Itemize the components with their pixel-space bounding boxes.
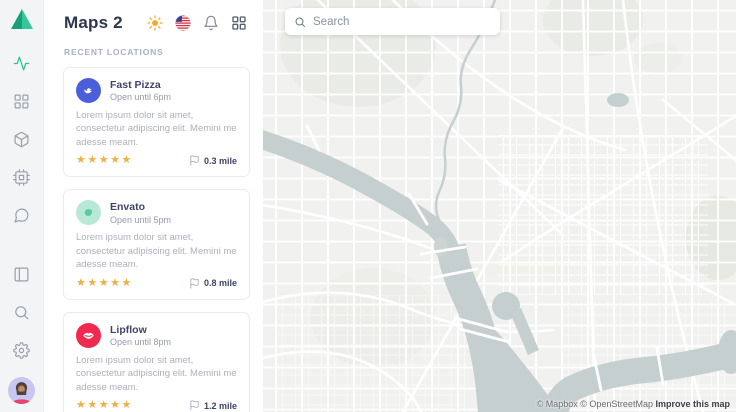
apps-menu-button[interactable]: [230, 15, 247, 32]
apps-grid-icon: [231, 15, 247, 31]
card-footer: ★★★★★ 0.3 mile: [76, 155, 237, 166]
card-header: Lipflow Open until 8pm: [76, 323, 237, 348]
location-hours: Open until 5pm: [110, 215, 171, 225]
flag-icon: [189, 155, 200, 166]
panel-header: Maps 2: [44, 0, 263, 39]
distance-badge: 0.8 mile: [189, 278, 237, 289]
package-box-icon: [13, 131, 30, 148]
card-title-block: Lipflow Open until 8pm: [110, 324, 171, 347]
map-container: © Mapbox © OpenStreetMap Improve this ma…: [263, 0, 736, 412]
theme-toggle-button[interactable]: [146, 15, 163, 32]
app-window: Maps 2: [0, 0, 736, 412]
card-header: Fast Pizza Open until 6pm: [76, 78, 237, 103]
flag-icon: [189, 400, 200, 411]
card-title-block: Envato Open until 5pm: [110, 201, 171, 224]
leaf-icon: [76, 200, 101, 225]
sidebar-item-packages[interactable]: [13, 130, 31, 148]
recent-locations-label: RECENT LOCATIONS: [44, 47, 263, 57]
dashboard-grid-icon: [13, 93, 30, 110]
search-icon: [13, 304, 30, 321]
location-description: Lorem ipsum dolor sit amet, consectetur …: [76, 109, 237, 149]
map-search-input[interactable]: [313, 16, 491, 28]
star-rating: ★★★★★: [76, 400, 189, 411]
distance-badge: 1.2 mile: [189, 400, 237, 411]
location-card-lipflow[interactable]: Lipflow Open until 8pm Lorem ipsum dolor…: [63, 312, 250, 412]
sidebar-item-settings[interactable]: [13, 341, 31, 359]
location-hours: Open until 8pm: [110, 337, 171, 347]
language-selector-button[interactable]: [174, 15, 191, 32]
notifications-button[interactable]: [202, 15, 219, 32]
star-rating: ★★★★★: [76, 278, 189, 289]
location-description: Lorem ipsum dolor sit amet, consectetur …: [76, 354, 237, 394]
lips-icon: [76, 323, 101, 348]
settings-gear-icon: [13, 342, 30, 359]
bird-icon: [76, 78, 101, 103]
user-avatar[interactable]: [8, 377, 35, 404]
map-search-bar: [285, 8, 500, 35]
location-name: Envato: [110, 201, 171, 214]
improve-map-link[interactable]: Improve this map: [655, 399, 730, 409]
distance-badge: 0.3 mile: [189, 155, 237, 166]
activity-icon: [13, 55, 30, 72]
card-header: Envato Open until 5pm: [76, 200, 237, 225]
card-footer: ★★★★★ 1.2 mile: [76, 400, 237, 411]
location-description: Lorem ipsum dolor sit amet, consectetur …: [76, 231, 237, 271]
distance-value: 1.2 mile: [204, 401, 237, 411]
header-actions: [146, 15, 247, 32]
avatar-image: [8, 377, 35, 404]
icon-rail: [0, 0, 44, 412]
distance-value: 0.8 mile: [204, 278, 237, 288]
sidebar-item-layout[interactable]: [13, 265, 31, 283]
osm-attribution-link[interactable]: © OpenStreetMap: [580, 399, 653, 409]
flag-icon: [189, 278, 200, 289]
locations-panel: Maps 2: [44, 0, 263, 412]
search-icon: [294, 16, 306, 28]
sidebar-item-dashboard[interactable]: [13, 92, 31, 110]
mapbox-attribution-link[interactable]: © Mapbox: [537, 399, 578, 409]
location-card-fast-pizza[interactable]: Fast Pizza Open until 6pm Lorem ipsum do…: [63, 67, 250, 177]
location-name: Lipflow: [110, 324, 171, 337]
sidebar-item-messages[interactable]: [13, 206, 31, 224]
us-flag-icon: [175, 15, 191, 31]
sidebar-item-system[interactable]: [13, 168, 31, 186]
star-rating: ★★★★★: [76, 155, 189, 166]
map-attribution: © Mapbox © OpenStreetMap Improve this ma…: [537, 399, 730, 409]
bell-icon: [203, 15, 219, 31]
app-logo-triangle-icon[interactable]: [10, 8, 34, 30]
card-footer: ★★★★★ 0.8 mile: [76, 278, 237, 289]
sidebar-item-activity[interactable]: [13, 54, 31, 72]
card-title-block: Fast Pizza Open until 6pm: [110, 79, 171, 102]
chat-bubble-icon: [13, 207, 30, 224]
layout-sidebar-icon: [13, 266, 30, 283]
page-title: Maps 2: [64, 13, 146, 33]
distance-value: 0.3 mile: [204, 156, 237, 166]
location-card-envato[interactable]: Envato Open until 5pm Lorem ipsum dolor …: [63, 189, 250, 299]
location-hours: Open until 6pm: [110, 92, 171, 102]
sidebar-item-search[interactable]: [13, 303, 31, 321]
location-card-list: Fast Pizza Open until 6pm Lorem ipsum do…: [44, 67, 263, 412]
map-canvas[interactable]: [263, 0, 736, 412]
location-name: Fast Pizza: [110, 79, 171, 92]
sun-icon: [147, 15, 163, 31]
cpu-icon: [13, 169, 30, 186]
